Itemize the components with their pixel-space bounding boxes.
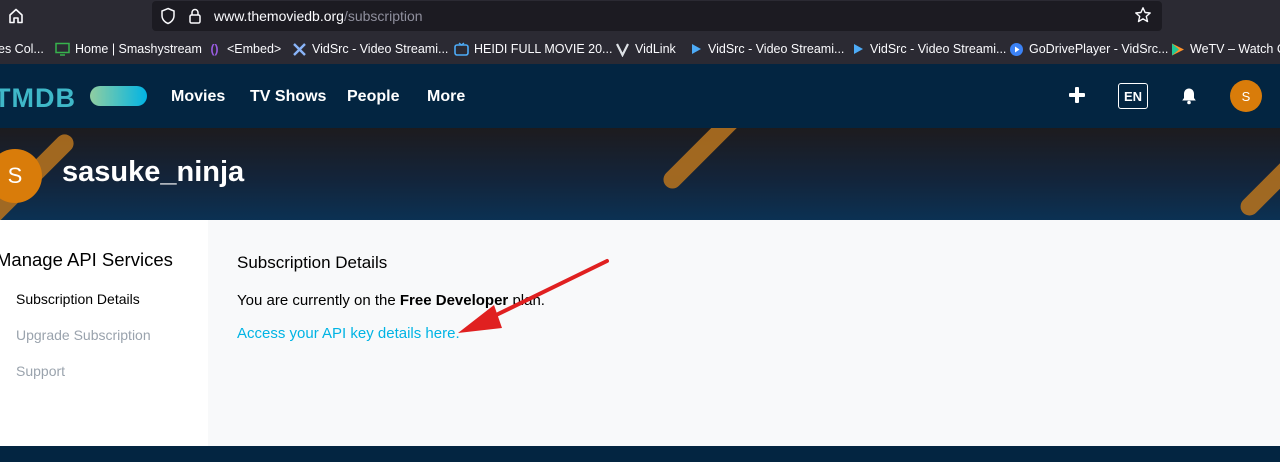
plus-icon[interactable] [1066,84,1088,106]
star-icon[interactable] [1134,6,1152,29]
nav-tv-shows[interactable]: TV Shows [250,88,326,106]
browser-toolbar: www.themoviedb.org/subscription [0,0,1280,33]
nav-more[interactable]: More [427,88,465,106]
bookmark-item[interactable]: GoDrivePlayer - VidSrc... [1009,40,1168,58]
tmdb-logo[interactable]: TMDB [0,83,76,114]
page-title: Subscription Details [237,253,388,272]
api-key-link[interactable]: Access your API key details here. [237,325,460,342]
url-text[interactable]: www.themoviedb.org/subscription [214,8,423,24]
lock-icon[interactable] [188,7,202,30]
profile-banner: S sasuke_ninja [0,128,1280,220]
bookmarks-bar: es Col... Home | Smashystream () <Embed>… [0,33,1280,64]
language-button[interactable]: EN [1118,83,1148,109]
url-path: /subscription [343,8,423,24]
bookmark-item[interactable]: Home | Smashystream [55,40,202,58]
bookmark-item[interactable]: HEIDI FULL MOVIE 20... [454,40,612,58]
wetv-icon [1170,42,1185,57]
main-content: Manage API Services Subscription Details… [0,220,1280,446]
play-icon [850,42,865,57]
bookmark-item[interactable]: () <Embed> [207,40,282,58]
site-header: TMDB Movies TV Shows People More EN S [0,64,1280,128]
site-footer [0,446,1280,462]
play-icon [688,42,703,57]
embed-icon: () [210,42,219,56]
bookmark-label: VidSrc - Video Streami... [708,42,845,56]
bookmark-label: WeTV – Watch Cl [1190,42,1280,56]
bookmark-item[interactable]: WeTV – Watch Cl [1170,40,1280,58]
annotation-arrow-icon [458,259,609,333]
bookmark-label: VidSrc - Video Streami... [870,42,1007,56]
bookmark-item[interactable]: VidSrc - Video Streami... [688,40,844,58]
profile-username[interactable]: sasuke_ninja [62,156,244,189]
bookmark-label: VidSrc - Video Streami... [312,42,449,56]
banner-stripe [1236,142,1280,220]
bookmark-item[interactable]: VidSrc - Video Streami... [850,40,1006,58]
shield-icon[interactable] [160,7,176,30]
vidsrc-x-icon [292,42,307,57]
sidebar-title: Manage API Services [0,249,173,270]
bookmark-item[interactable]: VidSrc - Video Streami... [292,40,448,58]
vidlink-v-icon [615,42,630,57]
tv-icon [454,41,469,57]
bookmark-label: GoDrivePlayer - VidSrc... [1029,42,1169,56]
godrive-icon [1009,42,1024,57]
sidebar-item-subscription-details[interactable]: Subscription Details [16,291,140,307]
bookmark-item[interactable]: es Col... [0,40,44,58]
monitor-icon [55,42,70,57]
address-bar[interactable]: www.themoviedb.org/subscription [152,1,1162,31]
bookmark-label: es Col... [0,42,44,56]
profile-avatar[interactable]: S [0,149,42,203]
url-host: www.themoviedb.org [214,8,344,24]
bookmark-label: HEIDI FULL MOVIE 20... [474,42,613,56]
nav-people[interactable]: People [347,88,399,106]
plan-prefix: You are currently on the [237,292,400,309]
banner-stripe [659,128,751,193]
home-icon[interactable] [4,4,28,28]
sidebar: Manage API Services Subscription Details… [0,220,208,446]
tmdb-logo-pill [90,86,147,106]
sidebar-item-upgrade-subscription[interactable]: Upgrade Subscription [16,327,151,343]
user-avatar[interactable]: S [1230,80,1262,112]
bookmark-label: <Embed> [227,42,282,56]
bell-icon[interactable] [1179,86,1199,106]
bookmark-item[interactable]: VidLink [615,40,676,58]
sidebar-item-support[interactable]: Support [16,363,65,379]
bookmark-label: VidLink [635,42,676,56]
bookmark-label: Home | Smashystream [75,42,202,56]
nav-movies[interactable]: Movies [171,88,225,106]
